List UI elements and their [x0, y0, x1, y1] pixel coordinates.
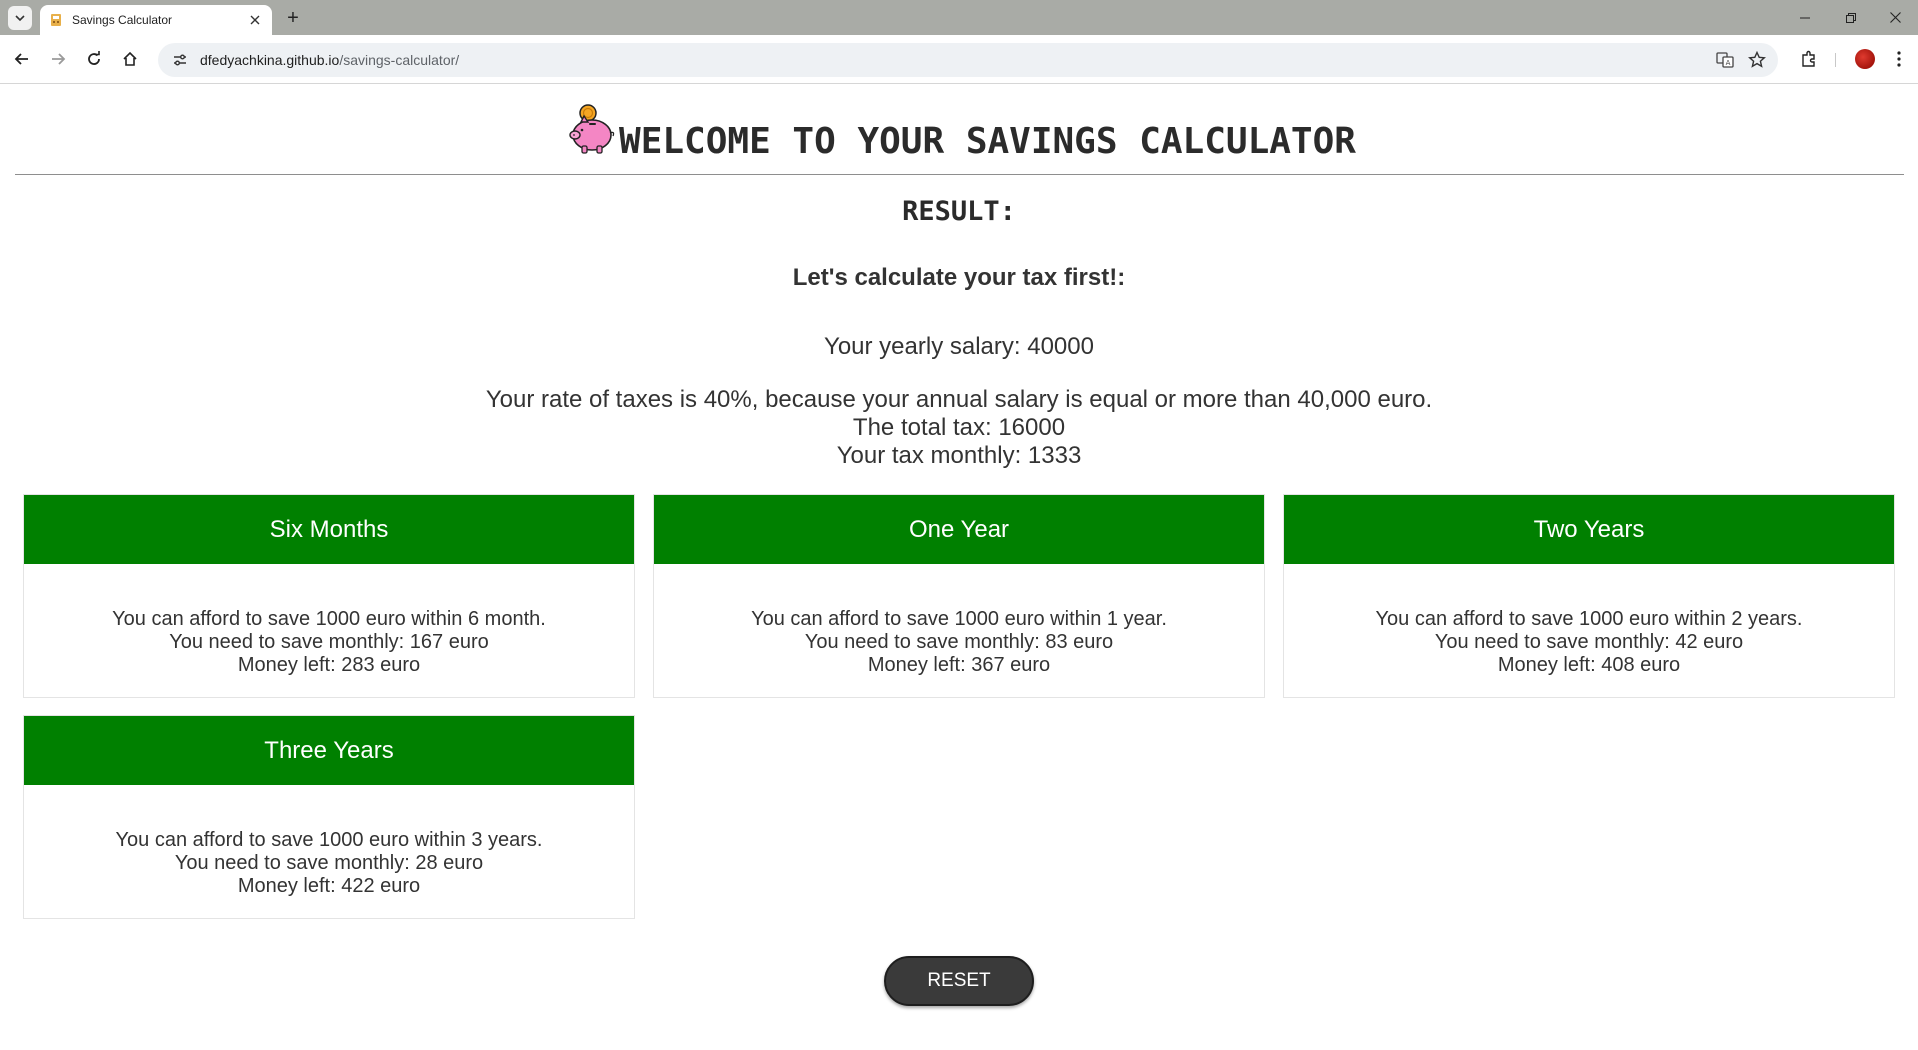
profile-button[interactable] [1853, 47, 1877, 71]
tab-search-button[interactable] [8, 6, 32, 30]
home-icon [123, 51, 137, 66]
extensions-button[interactable] [1797, 47, 1821, 71]
card-title: One Year [654, 495, 1264, 564]
tax-subheading: Let's calculate your tax first!: [792, 264, 1126, 291]
browser-menu-button[interactable] [1887, 47, 1911, 71]
card-afford-text: You can afford to save 1000 euro within … [112, 608, 546, 630]
close-tab-button[interactable] [246, 11, 264, 29]
new-tab-button[interactable]: + [282, 7, 304, 29]
minimize-icon [1800, 17, 1810, 18]
tab-search-icon [15, 15, 25, 22]
card-title: Three Years [24, 716, 634, 785]
calculator-favicon-icon [48, 12, 64, 28]
restore-icon [1846, 12, 1856, 23]
card-afford-text: You can afford to save 1000 euro within … [751, 608, 1167, 630]
close-icon [250, 15, 260, 25]
back-button[interactable] [10, 47, 34, 71]
reset-button[interactable]: RESET [884, 956, 1034, 1006]
page-header: WELCOME TO YOUR SAVINGS CALCULATOR [15, 84, 1904, 175]
card-monthly-text: You need to save monthly: 42 euro [1434, 631, 1744, 653]
card-money-left-text: Money left: 422 euro [237, 875, 421, 897]
close-window-button[interactable] [1872, 0, 1918, 35]
card-money-left-text: Money left: 283 euro [237, 654, 421, 676]
card-monthly-text: You need to save monthly: 28 euro [174, 852, 484, 874]
minimize-button[interactable] [1782, 0, 1828, 35]
forward-button[interactable] [46, 47, 70, 71]
card-body: You can afford to save 1000 euro within … [1284, 564, 1894, 677]
card-body: You can afford to save 1000 euro within … [24, 564, 634, 677]
close-window-icon [1889, 12, 1901, 23]
result-heading: RESULT: [902, 196, 1016, 227]
toolbar-divider [1835, 53, 1836, 67]
forward-icon [52, 53, 66, 65]
tax-rate-text: Your rate of taxes is 40%, because your … [485, 386, 1433, 413]
savings-card-two-years: Two Years You can afford to save 1000 eu… [1283, 494, 1895, 698]
page-content: WELCOME TO YOUR SAVINGS CALCULATOR RESUL… [0, 84, 1918, 1050]
translate-icon[interactable]: A [1715, 50, 1735, 70]
avatar [1855, 49, 1875, 69]
card-monthly-text: You need to save monthly: 83 euro [804, 631, 1114, 653]
active-tab[interactable]: Savings Calculator [40, 5, 272, 35]
yearly-salary-text: Your yearly salary: 40000 [824, 333, 1094, 360]
page-title: WELCOME TO YOUR SAVINGS CALCULATOR [619, 121, 1356, 162]
svg-text:A: A [1726, 59, 1731, 67]
card-afford-text: You can afford to save 1000 euro within … [115, 829, 543, 851]
url-text: dfedyachkina.github.io/savings-calculato… [200, 52, 459, 68]
reload-icon [88, 51, 100, 65]
home-button[interactable] [118, 47, 142, 71]
card-title: Two Years [1284, 495, 1894, 564]
card-money-left-text: Money left: 408 euro [1497, 654, 1681, 676]
bookmark-star-icon[interactable] [1747, 50, 1767, 70]
card-monthly-text: You need to save monthly: 167 euro [169, 631, 489, 653]
card-money-left-text: Money left: 367 euro [867, 654, 1051, 676]
url-domain: dfedyachkina.github.io [200, 52, 340, 68]
monthly-tax-text: Your tax monthly: 1333 [836, 442, 1082, 469]
card-body: You can afford to save 1000 euro within … [654, 564, 1264, 677]
menu-icon [1897, 51, 1901, 67]
total-tax-text: The total tax: 16000 [852, 414, 1066, 441]
url-path: /savings-calculator/ [339, 52, 460, 68]
card-title: Six Months [24, 495, 634, 564]
savings-card-six-months: Six Months You can afford to save 1000 e… [23, 494, 635, 698]
extensions-icon [1802, 50, 1815, 67]
card-afford-text: You can afford to save 1000 euro within … [1375, 608, 1803, 630]
browser-tab-strip: Savings Calculator + [0, 0, 1918, 35]
savings-card-three-years: Three Years You can afford to save 1000 … [23, 715, 635, 919]
site-info-icon[interactable] [170, 50, 190, 70]
address-bar[interactable]: dfedyachkina.github.io/savings-calculato… [158, 43, 1778, 77]
browser-toolbar: dfedyachkina.github.io/savings-calculato… [0, 35, 1918, 84]
savings-card-one-year: One Year You can afford to save 1000 eur… [653, 494, 1265, 698]
tab-title: Savings Calculator [72, 13, 173, 27]
piggy-bank-icon [569, 104, 615, 154]
tax-summary: Your rate of taxes is 40%, because your … [0, 386, 1918, 470]
reload-button[interactable] [82, 47, 106, 71]
restore-button[interactable] [1828, 0, 1874, 35]
card-body: You can afford to save 1000 euro within … [24, 785, 634, 898]
back-icon [14, 53, 28, 65]
